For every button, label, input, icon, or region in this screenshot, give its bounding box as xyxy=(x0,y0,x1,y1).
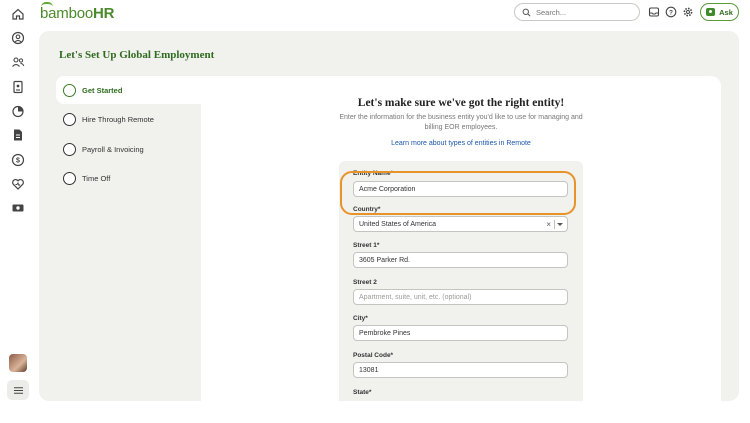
entity-name-callout xyxy=(340,171,576,215)
step-label: Get Started xyxy=(82,85,123,95)
money-icon[interactable] xyxy=(11,201,25,215)
avatar[interactable] xyxy=(9,354,27,372)
menu-icon[interactable] xyxy=(7,380,29,400)
step-get-started[interactable]: Get Started xyxy=(63,83,122,97)
select-divider xyxy=(554,220,555,229)
chevron-down-icon[interactable] xyxy=(557,223,563,226)
step-label: Hire Through Remote xyxy=(82,114,154,124)
entity-heading: Let's make sure we've got the right enti… xyxy=(357,97,565,109)
settings-icon[interactable] xyxy=(682,6,694,18)
step-hire-through-remote[interactable]: Hire Through Remote xyxy=(63,112,154,126)
dollar-icon[interactable]: $ xyxy=(11,153,25,167)
chat-icon xyxy=(706,8,716,16)
logo-swoosh xyxy=(41,2,53,7)
street1-label: Street 1* xyxy=(353,242,380,249)
id-card-icon[interactable] xyxy=(11,80,25,94)
postal-code-label: Postal Code* xyxy=(353,352,394,359)
svg-text:$: $ xyxy=(16,158,20,165)
entity-card: Let's make sure we've got the right enti… xyxy=(201,76,721,401)
bamboohr-logo[interactable]: bamboo HR xyxy=(40,2,115,22)
search-box[interactable] xyxy=(514,3,640,21)
entity-subtitle: Enter the information for the business e… xyxy=(339,114,583,131)
city-label: City* xyxy=(353,315,368,322)
logo-suffix: HR xyxy=(93,4,115,22)
left-rail: $ xyxy=(0,0,36,423)
step-circle-icon xyxy=(63,142,76,156)
state-label: State* xyxy=(353,389,372,396)
setup-panel: Let's Set Up Global Employment Get Start… xyxy=(39,31,739,401)
logo-prefix: bamboo xyxy=(40,4,94,22)
ask-label: Ask xyxy=(719,7,733,17)
search-input[interactable] xyxy=(536,7,631,17)
page-title: Let's Set Up Global Employment xyxy=(59,49,215,61)
person-icon[interactable] xyxy=(11,31,25,45)
step-circle-icon xyxy=(63,83,76,97)
street2-field[interactable]: Apartment, suite, unit, etc. (optional) xyxy=(353,289,568,305)
document-icon[interactable] xyxy=(11,128,25,142)
country-value: United States of America xyxy=(359,220,437,228)
step-label: Time Off xyxy=(82,173,111,183)
learn-more-link[interactable]: Learn more about types of entities in Re… xyxy=(201,140,721,147)
clear-icon[interactable]: × xyxy=(546,220,551,229)
step-payroll-invoicing[interactable]: Payroll & Invoicing xyxy=(63,142,144,156)
street2-label: Street 2 xyxy=(353,279,377,286)
inbox-icon[interactable] xyxy=(648,6,660,18)
home-icon[interactable] xyxy=(11,7,25,21)
pie-chart-icon[interactable] xyxy=(11,104,25,118)
step-time-off[interactable]: Time Off xyxy=(63,171,110,185)
ask-button[interactable]: Ask xyxy=(700,3,739,21)
postal-code-field[interactable]: 13081 xyxy=(353,362,568,378)
city-field[interactable]: Pembroke Pines xyxy=(353,325,568,341)
heart-icon[interactable] xyxy=(11,177,25,191)
street1-field[interactable]: 3605 Parker Rd. xyxy=(353,252,568,268)
country-select[interactable]: United States of America × xyxy=(353,216,568,232)
search-icon xyxy=(522,8,531,16)
help-icon[interactable]: ? xyxy=(665,6,677,18)
svg-text:?: ? xyxy=(669,9,673,16)
app-window: $ bambooHR ? Ask Let's Set Up Global Emp xyxy=(0,0,750,423)
step-circle-icon xyxy=(63,171,76,185)
people-icon[interactable] xyxy=(11,55,25,69)
step-label: Payroll & Invoicing xyxy=(82,144,144,154)
step-circle-icon xyxy=(63,112,76,126)
